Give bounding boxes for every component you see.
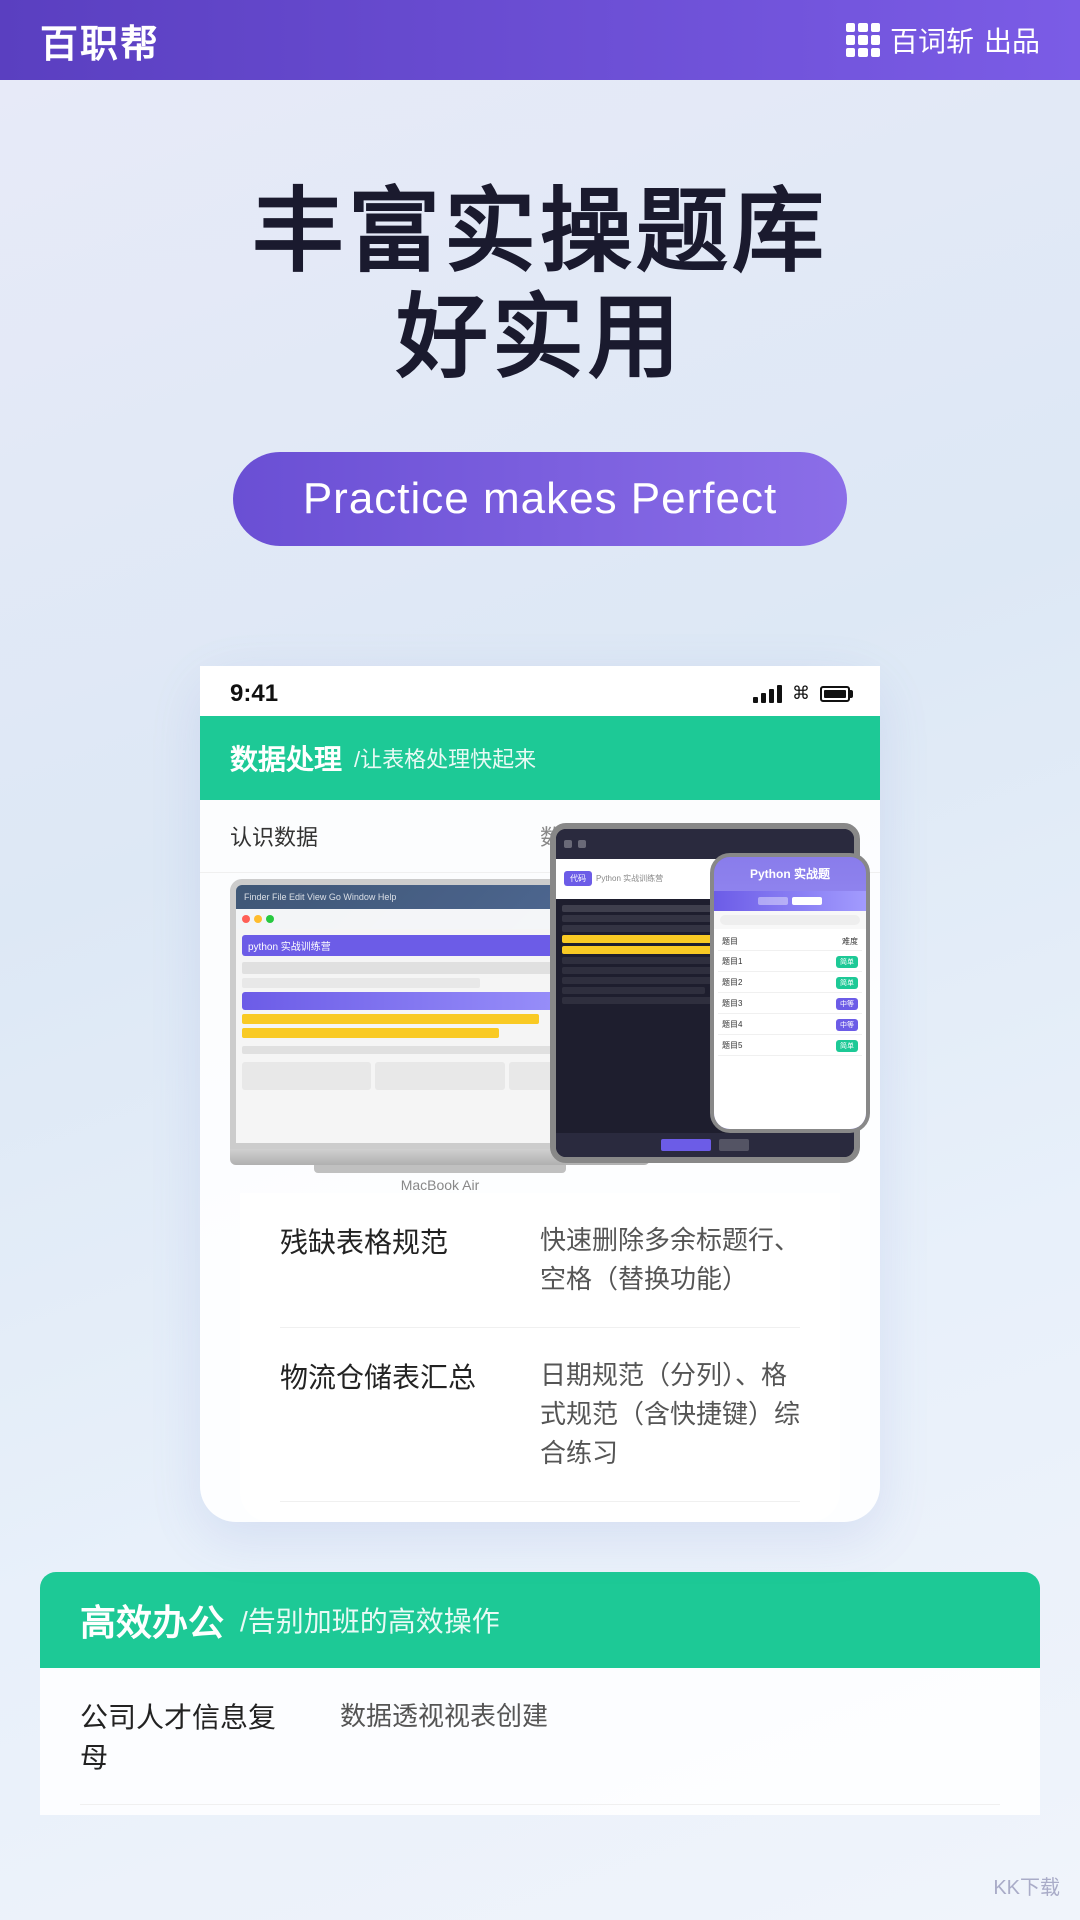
section-title: 高效办公 [80, 1594, 224, 1646]
bottom-section: 高效办公 /告别加班的高效操作 公司人才信息复母 数据透视视表创建 [0, 1572, 1080, 1815]
laptop-label: MacBook Air [230, 1177, 650, 1193]
small-phone-mockup: Python 实战题 题目 难度 [710, 853, 870, 1133]
wifi-icon: ⌘ [792, 683, 810, 704]
content-header-title: 数据处理 [230, 738, 342, 778]
brand-area: 百词斩 出品 [846, 20, 1040, 60]
hero-section: 丰富实操题库 好实用 Practice makes Perfect [0, 80, 1080, 606]
section-header: 高效办公 /告别加班的高效操作 [40, 1572, 1040, 1668]
content-header-sub: /让表格处理快起来 [354, 742, 536, 774]
section-cell-right-1: 数据透视视表创建 [340, 1696, 1000, 1776]
brand-suffix: 出品 [984, 20, 1040, 60]
section-row-1: 公司人才信息复母 数据透视视表创建 [80, 1668, 1000, 1805]
content-table-row-2: 物流仓储表汇总 日期规范（分列）、格式规范（含快捷键）综合练习 [280, 1328, 800, 1502]
devices-cluster: Finder File Edit View Go Window Help pyt… [200, 813, 880, 1193]
battery-icon [820, 686, 850, 702]
hero-title: 丰富实操题库 好实用 [80, 180, 1000, 392]
logo: 百职帮 [40, 13, 160, 68]
section-cell-left-1: 公司人才信息复母 [80, 1696, 300, 1776]
section-subtitle: /告别加班的高效操作 [240, 1600, 500, 1640]
brand-grid-icon [846, 23, 880, 57]
content-table-row-1: 残缺表格规范 快速删除多余标题行、空格（替换功能） [280, 1193, 800, 1328]
table-cell-left-1: 残缺表格规范 [280, 1221, 500, 1299]
hero-badge: Practice makes Perfect [233, 452, 847, 546]
phone-status-icons: ⌘ [753, 683, 850, 704]
table-cell-right-1: 快速删除多余标题行、空格（替换功能） [540, 1221, 800, 1299]
content-table: 残缺表格规范 快速删除多余标题行、空格（替换功能） 物流仓储表汇总 日期规范（分… [240, 1193, 840, 1522]
phone-content-header: 数据处理 /让表格处理快起来 [200, 716, 880, 800]
app-header: 百职帮 百词斩 出品 [0, 0, 1080, 80]
phone-time: 9:41 [230, 680, 278, 708]
phone-status-bar: 9:41 ⌘ [200, 666, 880, 716]
table-cell-right-2: 日期规范（分列）、格式规范（含快捷键）综合练习 [540, 1356, 800, 1473]
watermark: KK下载 [993, 1871, 1060, 1900]
devices-area: 9:41 ⌘ 数据处理 /让表格处理快起来 认识数据 数据类型、粘贴技... [0, 606, 1080, 1522]
brand-name: 百词斩 [890, 20, 974, 60]
section-content: 公司人才信息复母 数据透视视表创建 [40, 1668, 1040, 1815]
signal-icon [753, 685, 782, 703]
table-cell-left-2: 物流仓储表汇总 [280, 1356, 500, 1473]
